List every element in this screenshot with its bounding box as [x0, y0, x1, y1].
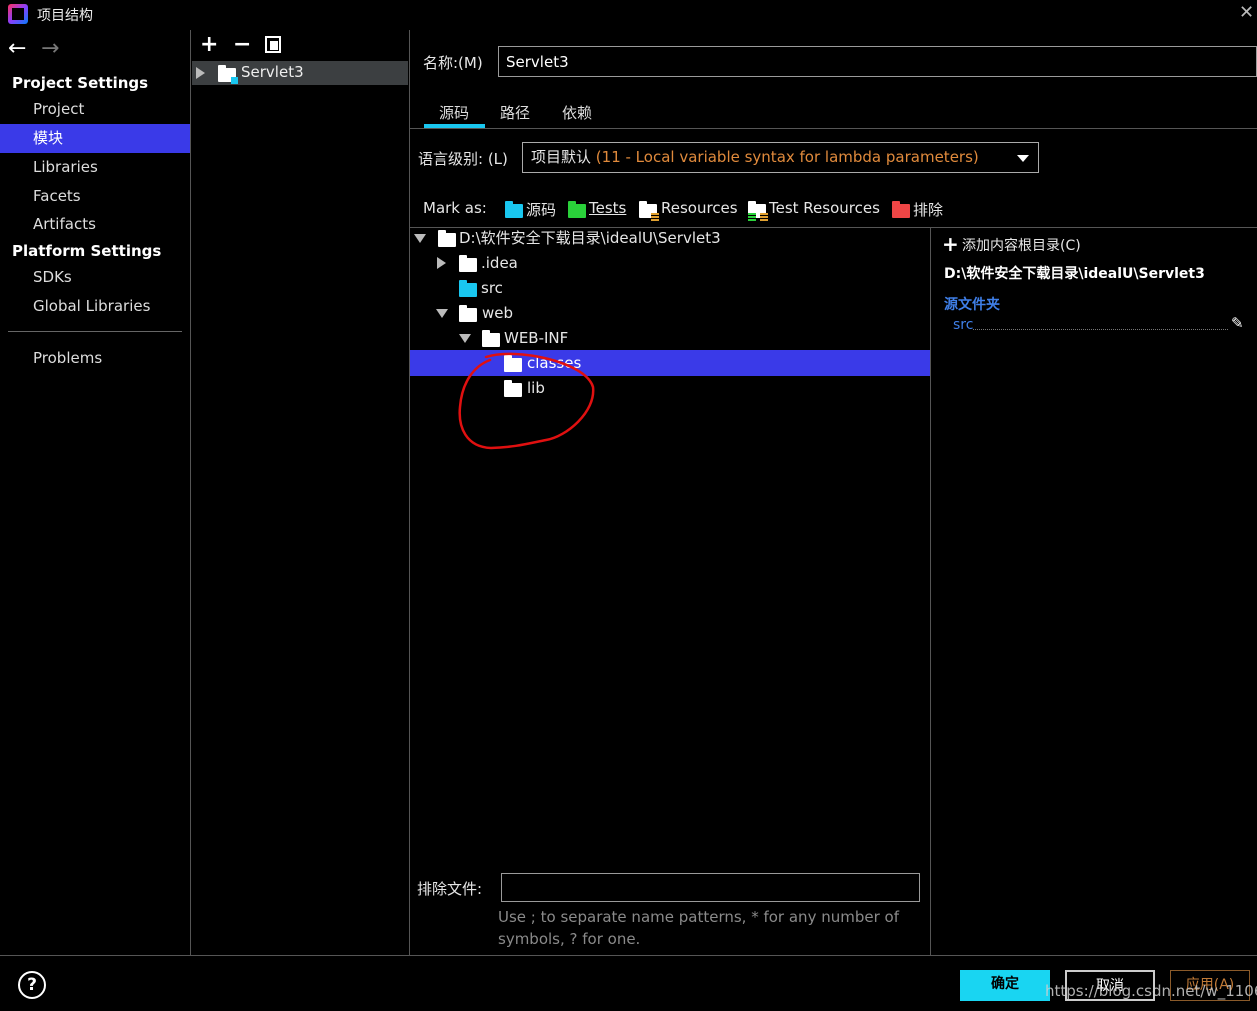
- sidebar-separator: [190, 30, 191, 955]
- tree-node-label: web: [482, 304, 514, 322]
- mark-as-tests-label: Tests: [589, 199, 627, 217]
- sidebar-divider: [8, 331, 182, 332]
- resources-folder-icon: [639, 201, 659, 221]
- tree-row-web-inf[interactable]: WEB-INF: [459, 326, 919, 351]
- tree-node-label: WEB-INF: [504, 329, 569, 347]
- tab-dependencies[interactable]: 依赖: [562, 102, 592, 123]
- exclude-files-label: 排除文件:: [417, 880, 483, 898]
- language-level-label: 语言级别: (L): [418, 150, 508, 168]
- folder-icon: [459, 305, 477, 322]
- language-level-default: 项目默认: [531, 148, 592, 166]
- language-level-detail: (11 - Local variable syntax for lambda p…: [595, 148, 979, 166]
- mark-as-resources-button[interactable]: Resources: [638, 199, 738, 221]
- copy-module-icon[interactable]: [265, 36, 281, 53]
- source-folder-entry[interactable]: src: [953, 317, 973, 333]
- module-name: Servlet3: [241, 63, 304, 81]
- mark-as-excluded-label: 排除: [913, 201, 944, 219]
- mark-as-label: Mark as:: [423, 199, 487, 217]
- mark-as-test-resources-label: Test Resources: [769, 199, 880, 217]
- remove-module-icon[interactable]: −: [233, 32, 251, 57]
- tree-node-label: src: [481, 279, 503, 297]
- tab-bar-divider: [410, 128, 1257, 129]
- test-resources-folder-icon: [748, 201, 768, 221]
- add-module-icon[interactable]: +: [200, 32, 218, 57]
- expand-arrow-icon[interactable]: [196, 67, 205, 79]
- folder-icon: [459, 255, 477, 272]
- tab-sources[interactable]: 源码: [439, 102, 469, 123]
- sidebar-item-project[interactable]: Project: [0, 95, 190, 124]
- sidebar-item-modules[interactable]: 模块: [0, 124, 190, 153]
- content-root-separator: [930, 228, 931, 955]
- ok-button[interactable]: 确定: [960, 970, 1050, 1001]
- watermark: https://blog.csdn.net/w_1106: [1045, 982, 1257, 1000]
- sidebar-item-sdks[interactable]: SDKs: [0, 263, 190, 292]
- footer-separator: [0, 955, 1257, 956]
- project-settings-header: Project Settings: [12, 74, 149, 92]
- tree-row-web[interactable]: web: [436, 301, 916, 326]
- mark-as-resources-label: Resources: [661, 199, 738, 217]
- close-icon[interactable]: ✕: [1239, 2, 1254, 23]
- exclude-help-note: Use ; to separate name patterns, * for a…: [498, 908, 899, 948]
- content-root-path: D:\软件安全下载目录\idealU\Servlet3: [944, 266, 1205, 282]
- intellij-app-icon: [8, 4, 28, 24]
- back-arrow-icon[interactable]: ←: [8, 36, 26, 61]
- help-icon[interactable]: ?: [18, 971, 46, 999]
- mark-as-sources-button[interactable]: 源码: [503, 199, 556, 220]
- tree-root-label: D:\软件安全下载目录\idealU\Servlet3: [459, 229, 721, 247]
- add-content-root-icon[interactable]: +: [942, 232, 959, 256]
- mark-as-test-resources-button[interactable]: Test Resources: [747, 199, 880, 221]
- source-folder-icon: [459, 280, 477, 297]
- excluded-folder-icon: [892, 201, 910, 218]
- module-list-separator: [409, 30, 410, 955]
- sidebar-item-global-libraries[interactable]: Global Libraries: [0, 292, 190, 321]
- source-folder-icon: [505, 201, 523, 218]
- tab-paths[interactable]: 路径: [500, 102, 530, 123]
- tree-node-label: .idea: [481, 254, 518, 272]
- language-level-select[interactable]: 项目默认 (11 - Local variable syntax for lam…: [522, 142, 1039, 173]
- title-bar: 项目结构 ✕: [0, 0, 1257, 28]
- source-folder-leader: [973, 329, 1228, 330]
- mark-as-excluded-button[interactable]: 排除: [891, 199, 943, 220]
- expand-arrow-icon[interactable]: [437, 257, 446, 269]
- tree-row-root[interactable]: D:\软件安全下载目录\idealU\Servlet3: [414, 226, 924, 251]
- folder-icon: [438, 230, 456, 247]
- red-annotation-circle: [458, 352, 595, 450]
- mark-as-sources-label: 源码: [526, 201, 557, 219]
- chevron-down-icon: [1017, 155, 1029, 162]
- module-row[interactable]: Servlet3: [192, 61, 408, 85]
- name-input[interactable]: Servlet3: [498, 46, 1257, 77]
- exclude-files-input[interactable]: [501, 873, 920, 902]
- forward-arrow-icon[interactable]: →: [41, 36, 59, 61]
- mark-as-tests-button[interactable]: Tests: [567, 199, 627, 218]
- window-title: 项目结构: [37, 8, 93, 24]
- name-label: 名称:(M): [423, 54, 483, 72]
- sidebar-item-facets[interactable]: Facets: [0, 182, 190, 211]
- collapse-arrow-icon[interactable]: [436, 309, 448, 318]
- source-folders-header: 源文件夹: [944, 297, 1000, 313]
- module-folder-icon: [218, 65, 238, 84]
- collapse-arrow-icon[interactable]: [414, 234, 426, 243]
- add-content-root-button[interactable]: 添加内容根目录(C): [962, 235, 1081, 255]
- sidebar-item-artifacts[interactable]: Artifacts: [0, 210, 190, 239]
- test-folder-icon: [568, 201, 586, 218]
- sidebar-item-problems[interactable]: Problems: [0, 344, 190, 373]
- edit-pencil-icon[interactable]: ✎: [1231, 314, 1244, 332]
- sidebar-item-libraries[interactable]: Libraries: [0, 153, 190, 182]
- collapse-arrow-icon[interactable]: [459, 334, 471, 343]
- tree-row-src[interactable]: src: [459, 276, 919, 301]
- platform-settings-header: Platform Settings: [12, 242, 162, 260]
- tree-row-idea[interactable]: .idea: [437, 251, 917, 276]
- folder-icon: [482, 330, 500, 347]
